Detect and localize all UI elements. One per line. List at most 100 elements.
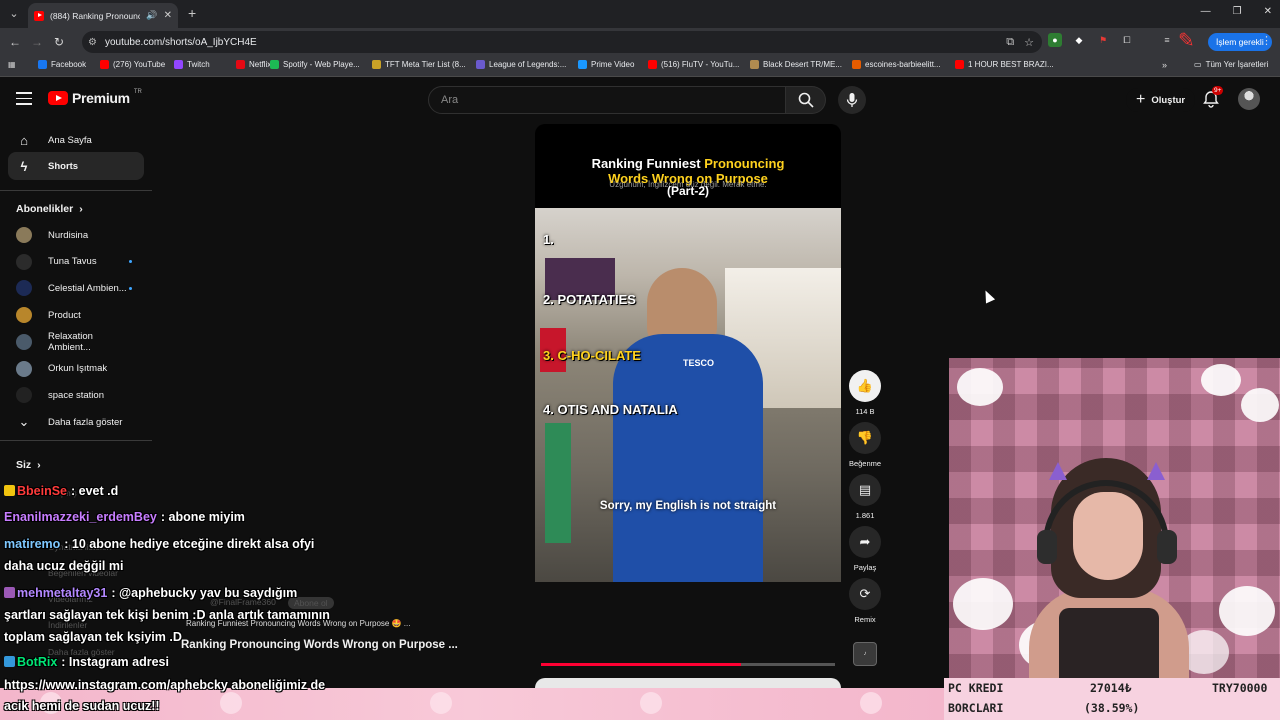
window-controls: — ❐ ✕	[1201, 6, 1272, 17]
sidebar-item-home[interactable]: ⌂ Ana Sayfa	[8, 126, 144, 154]
youtube-premium-logo[interactable]: Premium TR	[48, 89, 142, 106]
channel-avatar	[16, 280, 32, 297]
search-button[interactable]	[786, 86, 826, 114]
address-bar[interactable]: ⚙ youtube.com/shorts/oA_IjbYCH4E ⧉ ☆	[82, 31, 1042, 53]
bookmark-favicon-icon	[578, 60, 587, 69]
chat-message: toplam sağlayan tek kşiyim .D	[4, 630, 182, 644]
rank-1: 1.	[543, 232, 554, 247]
notifications-button[interactable]: 9+	[1202, 86, 1224, 110]
install-app-icon[interactable]: ⧉	[1006, 36, 1014, 49]
bookmark-star-icon[interactable]: ☆	[1024, 36, 1034, 49]
all-bookmarks[interactable]: ▭ Tüm Yer İşaretleri	[1194, 60, 1268, 69]
bookmark-favicon-icon	[38, 60, 47, 69]
remix-button[interactable]: ⟳ Remix	[849, 578, 881, 624]
sidebar-subscription-item[interactable]: Nurdisina	[16, 225, 136, 245]
chevron-right-icon: ›	[79, 203, 83, 215]
rank-2: 2. POTATATIES	[543, 292, 636, 307]
tab-search-chevron-icon[interactable]: ⌄	[6, 6, 22, 22]
maximize-icon[interactable]: ❐	[1233, 6, 1242, 17]
chat-badge-icon	[4, 485, 15, 496]
goal-target: TRY70000	[1212, 681, 1268, 695]
channel-avatar	[16, 387, 32, 404]
bookmark-item[interactable]: TFT Meta Tier List (8...	[372, 60, 466, 69]
search-input[interactable]: Ara	[428, 86, 786, 114]
chat-text: : @aphebucky yav bu saydığım	[111, 586, 298, 600]
bookmark-item[interactable]: (276) YouTube	[100, 60, 165, 69]
bookmark-favicon-icon	[648, 60, 657, 69]
bookmark-item[interactable]: Prime Video	[578, 60, 634, 69]
bookmark-favicon-icon	[100, 60, 109, 69]
bookmark-item[interactable]: (516) FluTV - YouTu...	[648, 60, 739, 69]
voice-search-button[interactable]	[838, 86, 866, 114]
share-button[interactable]: ➦ Paylaş	[849, 526, 881, 572]
extensions-puzzle-icon[interactable]: ⧠	[1120, 33, 1134, 47]
shorts-icon: ϟ	[20, 158, 28, 174]
feather-profile-icon[interactable]: ✎	[1178, 28, 1204, 56]
reload-icon[interactable]: ↻	[48, 35, 70, 49]
sidebar-subscription-item[interactable]: space station	[16, 385, 136, 405]
chat-username: BbeinSe	[17, 484, 68, 498]
chat-text: https://www.instagram.com/aphebcky abone…	[4, 678, 326, 692]
user-avatar[interactable]	[1238, 88, 1260, 110]
bookmarks-bar: ▦ Facebook (276) YouTube Twitch Netflix Spot…	[0, 56, 1280, 77]
cat-ear-left	[1049, 462, 1067, 480]
back-arrow-icon[interactable]: ←	[4, 35, 26, 49]
sidebar-subscription-item[interactable]: Product	[16, 305, 136, 325]
bookmarks-overflow-icon[interactable]: »	[1162, 60, 1167, 70]
tesco-logo-text: TESCO	[683, 358, 715, 368]
streamer-person	[1029, 458, 1189, 680]
chat-message: acik hemi de sudan ucuz!!	[4, 699, 160, 713]
search-icon	[798, 92, 814, 108]
chat-message: mehmetaltay31: @aphebucky yav bu saydığı…	[4, 586, 297, 600]
sidebar-subscription-item[interactable]: Orkun Işıtmak	[16, 359, 136, 379]
comments-button[interactable]: ▤ 1.861	[849, 474, 881, 520]
hello-kitty-sticker	[957, 368, 1003, 406]
window-close-icon[interactable]: ✕	[1264, 6, 1272, 17]
create-button[interactable]: + Oluştur	[1126, 88, 1196, 112]
hello-kitty-sticker	[1219, 586, 1275, 636]
man-blue-shirt	[613, 334, 763, 582]
chat-badge-icon	[4, 656, 15, 667]
browser-menu-icon[interactable]: ⋮	[1261, 34, 1272, 47]
sidebar-item-shorts[interactable]: ϟ Shorts	[8, 152, 144, 180]
chat-text: toplam sağlayan tek kşiyim .D	[4, 630, 182, 644]
shorts-player[interactable]: Ranking Funniest Pronouncing Words Wrong…	[535, 124, 841, 582]
bookmark-item[interactable]: Twitch	[174, 60, 210, 69]
bookmark-item[interactable]: Black Desert TR/ME...	[750, 60, 842, 69]
apps-grid-icon[interactable]: ▦	[8, 60, 16, 69]
sidebar-subscription-item[interactable]: Celestial Ambien...	[16, 278, 136, 298]
chat-text: şartları sağlayan tek kişi benim :D anla…	[4, 608, 330, 622]
sound-thumbnail[interactable]: ♪	[853, 642, 877, 666]
bookmark-item[interactable]: Netflix	[236, 60, 271, 69]
sidebar-subscription-item[interactable]: Relaxation Ambient...	[16, 331, 136, 353]
bookmark-item[interactable]: 1 HOUR BEST BRAZI...	[955, 60, 1054, 69]
speaker-icon[interactable]: 🔊	[146, 10, 157, 21]
hamburger-menu-icon[interactable]	[16, 92, 32, 105]
bookmark-item[interactable]: Facebook	[38, 60, 86, 69]
extension-diamond-icon[interactable]: ◆	[1072, 33, 1086, 47]
sidebar-subscription-item[interactable]: Tuna Tavus	[16, 252, 136, 272]
streamer-webcam	[949, 358, 1280, 680]
active-tab[interactable]: (884) Ranking Pronouncing 🔊 ✕	[28, 3, 178, 28]
bookmark-item[interactable]: League of Legends:...	[476, 60, 566, 69]
show-more-button[interactable]: ⌄ Daha fazla göster	[16, 412, 136, 432]
like-button[interactable]: 👍 114 B	[849, 370, 881, 416]
bookmark-favicon-icon	[750, 60, 759, 69]
minimize-icon[interactable]: —	[1201, 6, 1211, 17]
new-tab-plus-icon[interactable]: +	[188, 5, 196, 21]
reading-list-icon[interactable]: ≡	[1160, 33, 1174, 47]
you-heading[interactable]: Siz ›	[16, 459, 41, 471]
youtube-favicon-icon	[34, 10, 44, 21]
subscriptions-heading[interactable]: Abonelikler ›	[16, 203, 83, 215]
bookmark-item[interactable]: Spotify - Web Playe...	[270, 60, 360, 69]
close-tab-icon[interactable]: ✕	[164, 10, 172, 21]
site-info-icon[interactable]: ⚙	[88, 37, 97, 48]
extensions-area: ● ◆ ⚑ ⧠ ≡	[1048, 33, 1174, 47]
folder-icon: ▭	[1194, 60, 1202, 69]
dislike-button[interactable]: 👎 Beğenme	[849, 422, 881, 468]
bookmark-item[interactable]: escoines-barbieelitt...	[852, 60, 941, 69]
forward-arrow-icon[interactable]: →	[26, 35, 48, 49]
extension-green-icon[interactable]: ●	[1048, 33, 1062, 47]
video-progress-bar[interactable]	[541, 663, 835, 666]
extension-red-icon[interactable]: ⚑	[1096, 33, 1110, 47]
